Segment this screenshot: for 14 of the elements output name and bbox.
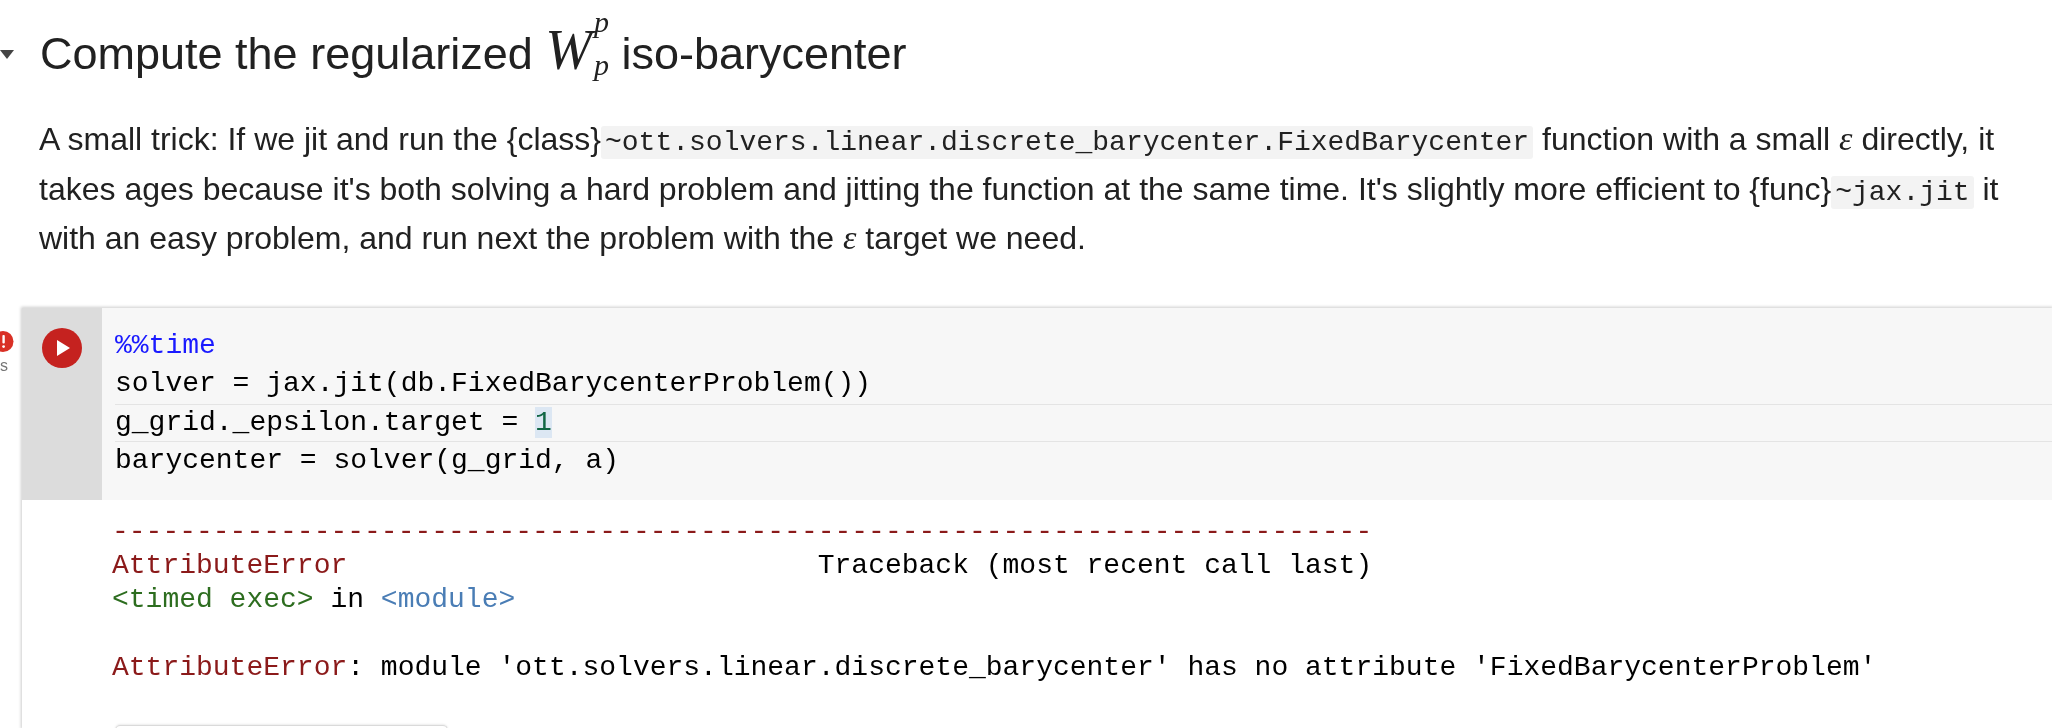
traceback-location: <timed exec> in <module> <box>112 582 517 617</box>
traceback-header: AttributeError Traceback (most recent call last) <box>112 548 1374 583</box>
code-line: solver = jax.jit(db.FixedBarycenterProblem()) <box>115 367 873 401</box>
run-button[interactable] <box>42 327 82 368</box>
caret-icon[interactable] <box>0 50 14 59</box>
play-icon <box>57 339 70 356</box>
code-editor[interactable]: %%time solver = jax.jit(db.FixedBarycenterProblem()) g_grid._epsilon.target = 1 barycenter = solver(g_grid, a) <box>102 307 2052 500</box>
traceback-separator: --------------------------------------------------------------------------- <box>112 514 1374 549</box>
code-line: g_grid._epsilon.target = 1 <box>115 403 2052 442</box>
code-line: barycenter = solver(g_grid, a) <box>115 444 621 478</box>
code-line: %%time <box>115 328 217 363</box>
paragraph-text: A small trick: If we jit and run the {class}~ott.solvers.linear.discrete_barycenter.FixedBarycenter function with a small ε directly, it takes ages because it's both solving a hard problem and jitting the function at the same time. It's slightly more efficient to {func}~jax.jit it with an easy problem, and run next the problem with the ε target we need. <box>39 119 2000 258</box>
execution-time: s <box>0 356 8 375</box>
error-message: AttributeError: module 'ott.solvers.linear.discrete_barycenter' has no attribute 'FixedBarycenterProblem' <box>112 650 1878 685</box>
